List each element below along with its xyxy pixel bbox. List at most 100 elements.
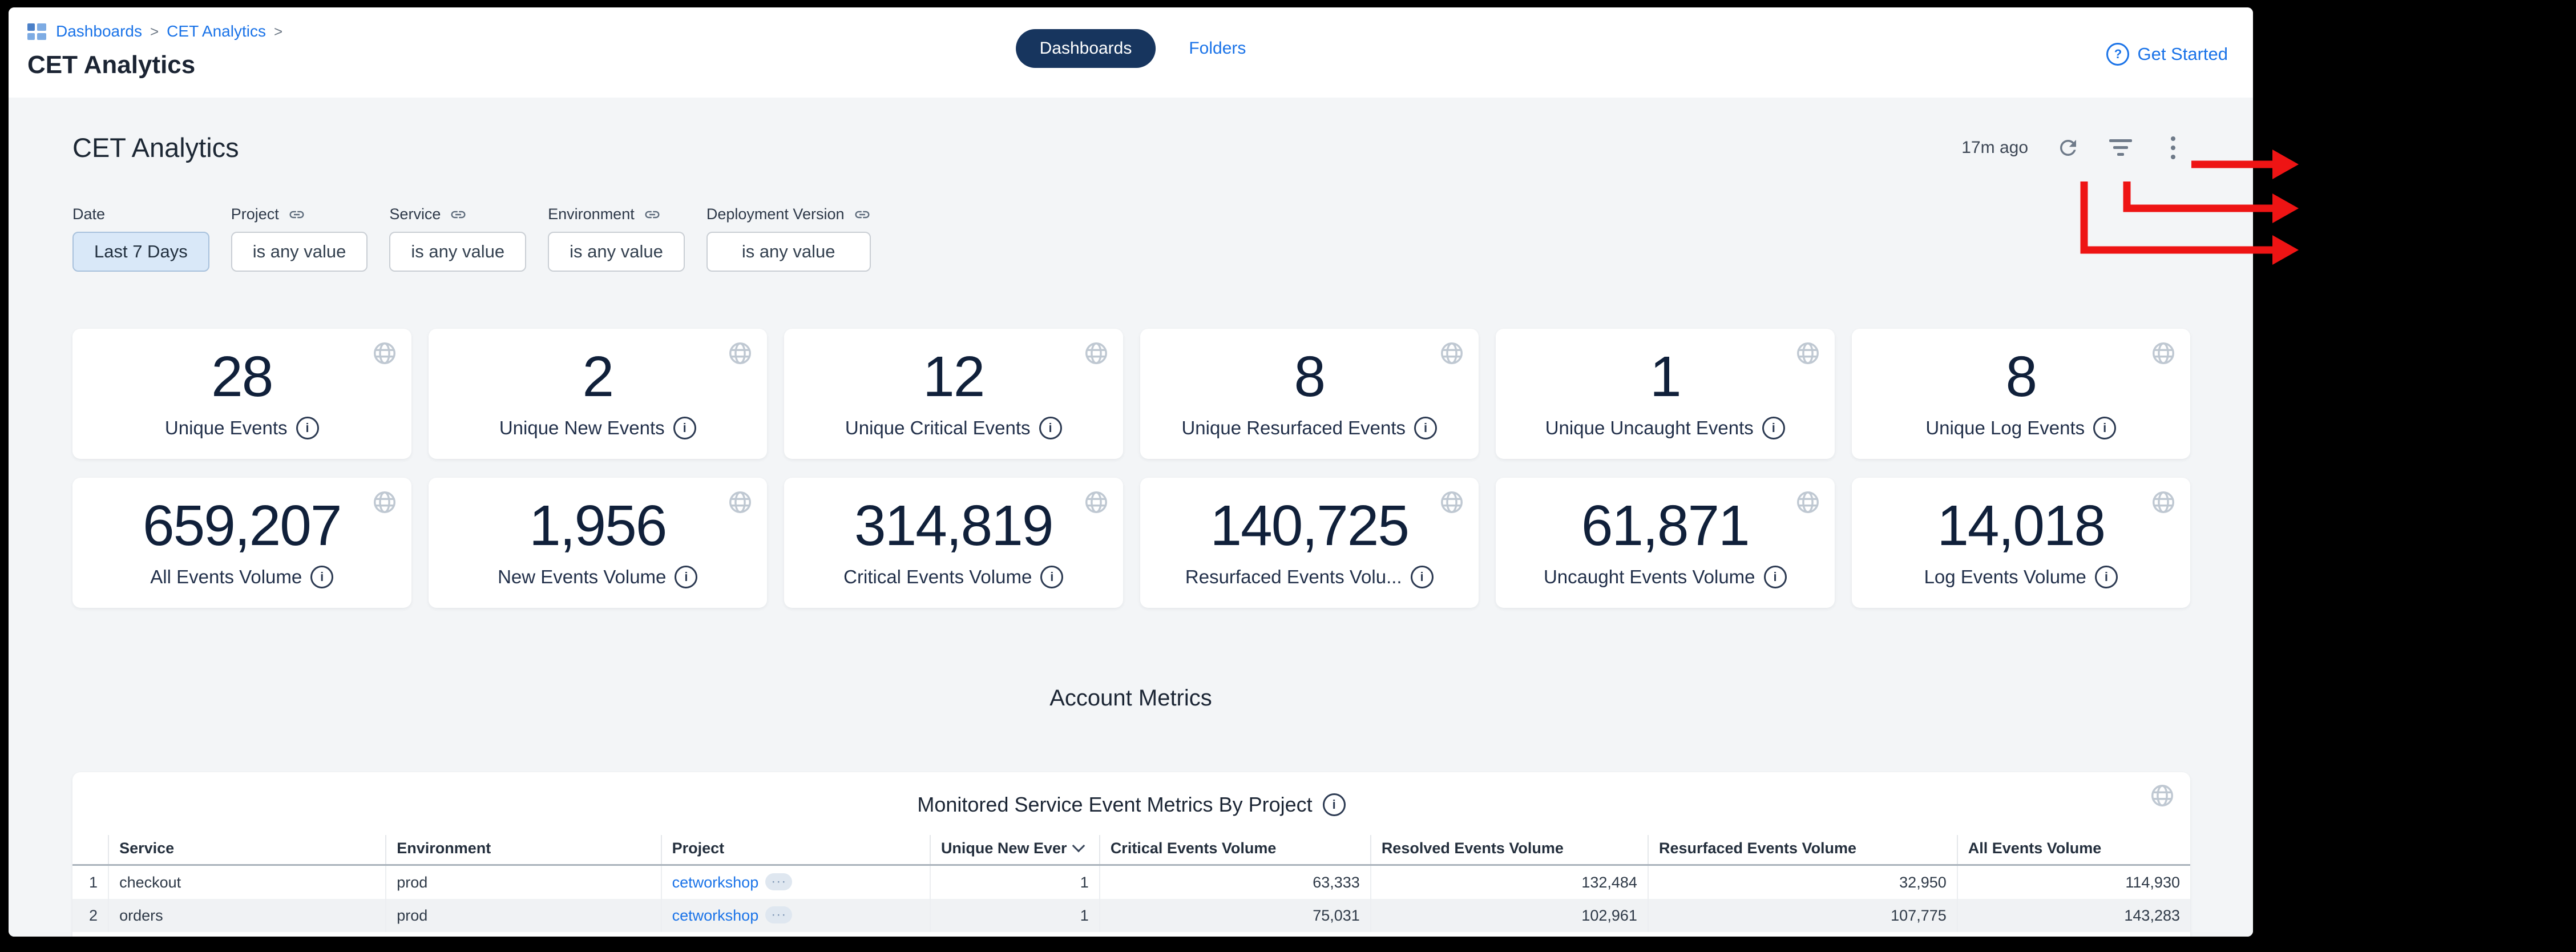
breadcrumb-separator: > — [150, 23, 159, 41]
arrowhead — [2272, 193, 2299, 223]
tile-unique-log-events[interactable]: 8 Unique Log Eventsi — [1852, 329, 2191, 459]
col-environment[interactable]: Environment — [386, 835, 661, 865]
linked-filter-icon — [288, 206, 305, 223]
info-icon[interactable]: i — [296, 417, 319, 439]
tile-all-events-volume[interactable]: 659,207 All Events Volumei — [72, 478, 411, 608]
filter-label: Environment — [548, 205, 635, 223]
info-icon[interactable]: i — [2093, 417, 2116, 439]
tile-uncaught-events-volume[interactable]: 61,871 Uncaught Events Volumei — [1496, 478, 1835, 608]
date-filter-chip[interactable]: Last 7 Days — [72, 232, 209, 272]
tile-value: 1,956 — [529, 497, 666, 554]
tile-unique-critical-events[interactable]: 12 Unique Critical Eventsi — [784, 329, 1123, 459]
section-title-account-metrics: Account Metrics — [9, 685, 2253, 711]
tile-value: 8 — [1294, 348, 1325, 405]
project-link[interactable]: cetworkshop — [672, 874, 759, 891]
cell-critical-events-volume: 63,333 — [1100, 865, 1371, 899]
tile-unique-new-events[interactable]: 2 Unique New Eventsi — [429, 329, 768, 459]
filter-environment: Environment is any value — [548, 205, 685, 272]
filter-label: Project — [231, 205, 279, 223]
project-filter-chip[interactable]: is any value — [231, 232, 368, 272]
metrics-table: Service Environment Project Unique New E… — [72, 835, 2190, 932]
cell-more-actions[interactable]: ··· — [765, 873, 792, 890]
info-icon[interactable]: i — [1414, 417, 1437, 439]
service-filter-chip[interactable]: is any value — [389, 232, 526, 272]
tile-label: Unique Uncaught Events — [1545, 417, 1754, 439]
tile-value: 2 — [582, 348, 613, 405]
help-icon: ? — [2106, 43, 2129, 66]
info-icon[interactable]: i — [1323, 793, 1346, 816]
tab-folders[interactable]: Folders — [1189, 39, 1246, 58]
info-icon[interactable]: i — [1764, 566, 1787, 588]
col-project[interactable]: Project — [661, 835, 930, 865]
cell-critical-events-volume: 75,031 — [1100, 899, 1371, 932]
tile-value: 28 — [211, 348, 272, 405]
breadcrumb-cet-analytics-link[interactable]: CET Analytics — [167, 22, 266, 41]
linked-filter-icon — [854, 206, 871, 223]
info-icon[interactable]: i — [310, 566, 333, 588]
table-row: 2 orders prod cetworkshop··· 1 75,031 10… — [72, 899, 2190, 932]
tab-dashboards[interactable]: Dashboards — [1016, 29, 1156, 68]
filter-label: Deployment Version — [706, 205, 845, 223]
info-icon[interactable]: i — [1039, 417, 1062, 439]
info-icon[interactable]: i — [1762, 417, 1785, 439]
tile-unique-events[interactable]: 28 Unique Events i — [72, 329, 411, 459]
refresh-icon[interactable] — [2056, 135, 2081, 160]
table-header-row: Service Environment Project Unique New E… — [72, 835, 2190, 865]
breadcrumb-dashboards-link[interactable]: Dashboards — [56, 22, 142, 41]
col-resurfaced-events-volume[interactable]: Resurfaced Events Volume — [1648, 835, 1957, 865]
globe-icon — [1083, 489, 1109, 515]
cell-project: cetworkshop ··· — [661, 865, 930, 899]
tile-unique-uncaught-events[interactable]: 1 Unique Uncaught Eventsi — [1496, 329, 1835, 459]
info-icon[interactable]: i — [1411, 566, 1434, 588]
more-actions-kebab-icon[interactable] — [2161, 135, 2186, 160]
filter-date: Date Last 7 Days — [72, 205, 209, 272]
globe-icon — [1439, 340, 1465, 366]
deployment-version-filter-chip[interactable]: is any value — [706, 232, 871, 272]
row-number: 2 — [72, 899, 108, 932]
screenshot-stage: Dashboards > CET Analytics > CET Analyti… — [0, 0, 2576, 952]
cell-environment: prod — [386, 899, 661, 932]
info-icon[interactable]: i — [675, 566, 697, 588]
tile-unique-resurfaced-events[interactable]: 8 Unique Resurfaced Eventsi — [1140, 329, 1479, 459]
filter-label: Service — [389, 205, 441, 223]
col-service[interactable]: Service — [108, 835, 386, 865]
cell-resolved-events-volume: 132,484 — [1371, 865, 1648, 899]
info-icon[interactable]: i — [673, 417, 696, 439]
globe-icon — [2150, 340, 2177, 366]
tile-value: 14,018 — [1937, 497, 2105, 554]
project-link[interactable]: cetworkshop — [672, 907, 759, 924]
cell-all-events-volume: 114,930 — [1957, 865, 2190, 899]
tile-resurfaced-events-volume[interactable]: 140,725 Resurfaced Events Volu...i — [1140, 478, 1479, 608]
cell-more-actions[interactable]: ··· — [765, 906, 792, 923]
cell-unique-new-events: 1 — [930, 899, 1100, 932]
dashboard-filters-icon[interactable] — [2108, 135, 2133, 160]
breadcrumb: Dashboards > CET Analytics > — [27, 21, 282, 42]
tile-label: Unique Events — [165, 417, 288, 439]
col-resolved-events-volume[interactable]: Resolved Events Volume — [1371, 835, 1648, 865]
cell-resurfaced-events-volume: 32,950 — [1648, 865, 1957, 899]
col-row-number — [72, 835, 108, 865]
get-started-button[interactable]: ? Get Started — [2106, 43, 2228, 66]
cell-environment: prod — [386, 865, 661, 899]
tile-value: 314,819 — [854, 497, 1052, 554]
dashboard-actions: 17m ago — [1961, 135, 2186, 160]
dashboard-panel: CET Analytics 17m ago Date — [9, 98, 2253, 937]
tile-value: 12 — [923, 348, 984, 405]
environment-filter-chip[interactable]: is any value — [548, 232, 685, 272]
col-unique-new-events-sorted[interactable]: Unique New Ever — [930, 835, 1100, 865]
col-all-events-volume[interactable]: All Events Volume — [1957, 835, 2190, 865]
cell-project: cetworkshop ··· — [661, 899, 930, 932]
globe-icon — [372, 489, 398, 515]
get-started-label: Get Started — [2137, 44, 2228, 64]
globe-icon — [1083, 340, 1109, 366]
info-icon[interactable]: i — [1040, 566, 1063, 588]
info-icon[interactable]: i — [2095, 566, 2118, 588]
tile-critical-events-volume[interactable]: 314,819 Critical Events Volumei — [784, 478, 1123, 608]
tile-log-events-volume[interactable]: 14,018 Log Events Volumei — [1852, 478, 2191, 608]
col-critical-events-volume[interactable]: Critical Events Volume — [1100, 835, 1371, 865]
dashboards-grid-icon[interactable] — [27, 21, 48, 42]
globe-icon — [2149, 782, 2175, 809]
cell-service: checkout — [108, 865, 386, 899]
last-refreshed-label: 17m ago — [1961, 138, 2028, 158]
tile-new-events-volume[interactable]: 1,956 New Events Volumei — [429, 478, 768, 608]
